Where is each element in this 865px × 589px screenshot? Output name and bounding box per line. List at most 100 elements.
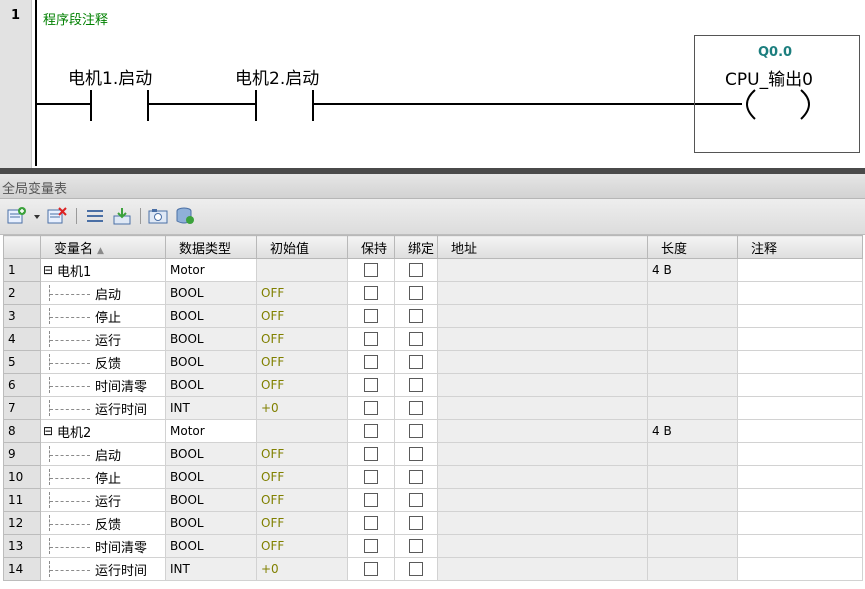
row-number[interactable]: 11 (3, 488, 41, 512)
initial-value-cell[interactable]: OFF (256, 327, 348, 351)
bind-checkbox[interactable] (409, 493, 423, 508)
data-type-cell[interactable]: Motor (165, 258, 257, 282)
bind-cell[interactable] (394, 442, 438, 466)
bind-cell[interactable] (394, 511, 438, 535)
table-row[interactable]: 11 运行 BOOL OFF (3, 488, 863, 512)
comment-cell[interactable] (737, 396, 863, 420)
retain-checkbox[interactable] (364, 286, 378, 301)
initial-value-cell[interactable]: +0 (256, 557, 348, 581)
delete-variable-icon[interactable] (46, 206, 68, 226)
variable-name-cell[interactable]: 时间清零 (40, 373, 166, 397)
table-row[interactable]: 8 ⊟ 电机2 Motor 4 B (3, 419, 863, 443)
data-type-cell[interactable]: INT (165, 557, 257, 581)
coil-label[interactable]: CPU_输出0 (725, 65, 813, 90)
add-variable-icon[interactable] (6, 206, 28, 226)
retain-cell[interactable] (347, 488, 395, 512)
table-row[interactable]: 1 ⊟ 电机1 Motor 4 B (3, 258, 863, 282)
variable-name-cell[interactable]: 运行 (40, 488, 166, 512)
bind-cell[interactable] (394, 350, 438, 374)
retain-checkbox[interactable] (364, 447, 378, 462)
initial-value-cell[interactable]: OFF (256, 511, 348, 535)
contact-1-label[interactable]: 电机1.启动 (68, 64, 152, 89)
initial-value-cell[interactable] (256, 258, 348, 282)
retain-checkbox[interactable] (364, 516, 378, 531)
retain-checkbox[interactable] (364, 470, 378, 485)
header-bind[interactable]: 绑定 (394, 235, 438, 259)
address-cell[interactable] (437, 350, 648, 374)
list-view-icon[interactable] (84, 206, 106, 226)
bind-checkbox[interactable] (409, 447, 423, 462)
retain-cell[interactable] (347, 419, 395, 443)
variable-name-cell[interactable]: 启动 (40, 442, 166, 466)
row-number[interactable]: 3 (3, 304, 41, 328)
data-type-cell[interactable]: BOOL (165, 373, 257, 397)
bind-checkbox[interactable] (409, 309, 423, 324)
table-row[interactable]: 3 停止 BOOL OFF (3, 304, 863, 328)
retain-checkbox[interactable] (364, 493, 378, 508)
data-type-cell[interactable]: Motor (165, 419, 257, 443)
table-row[interactable]: 4 运行 BOOL OFF (3, 327, 863, 351)
retain-checkbox[interactable] (364, 424, 378, 439)
bind-checkbox[interactable] (409, 470, 423, 485)
initial-value-cell[interactable]: OFF (256, 350, 348, 374)
row-number[interactable]: 5 (3, 350, 41, 374)
collapse-toggle-icon[interactable]: ⊟ (43, 425, 56, 438)
contact-2-label[interactable]: 电机2.启动 (235, 64, 319, 89)
address-cell[interactable] (437, 327, 648, 351)
bind-checkbox[interactable] (409, 424, 423, 439)
contact-2-symbol[interactable] (255, 90, 314, 121)
retain-checkbox[interactable] (364, 355, 378, 370)
bind-checkbox[interactable] (409, 539, 423, 554)
bind-checkbox[interactable] (409, 516, 423, 531)
retain-cell[interactable] (347, 465, 395, 489)
initial-value-cell[interactable]: OFF (256, 534, 348, 558)
header-initial-value[interactable]: 初始值 (256, 235, 348, 259)
data-type-cell[interactable]: BOOL (165, 511, 257, 535)
contact-1-symbol[interactable] (90, 90, 149, 121)
bind-checkbox[interactable] (409, 378, 423, 393)
comment-cell[interactable] (737, 304, 863, 328)
comment-cell[interactable] (737, 419, 863, 443)
initial-value-cell[interactable]: OFF (256, 281, 348, 305)
retain-checkbox[interactable] (364, 332, 378, 347)
header-data-type[interactable]: 数据类型 (165, 235, 257, 259)
header-comment[interactable]: 注释 (737, 235, 863, 259)
variable-name-cell[interactable]: 启动 (40, 281, 166, 305)
address-cell[interactable] (437, 281, 648, 305)
retain-cell[interactable] (347, 557, 395, 581)
address-cell[interactable] (437, 534, 648, 558)
bind-checkbox[interactable] (409, 332, 423, 347)
retain-cell[interactable] (347, 442, 395, 466)
table-row[interactable]: 14 运行时间 INT +0 (3, 557, 863, 581)
bind-checkbox[interactable] (409, 401, 423, 416)
row-number[interactable]: 8 (3, 419, 41, 443)
collapse-toggle-icon[interactable]: ⊟ (43, 264, 56, 277)
variable-name-cell[interactable]: 停止 (40, 304, 166, 328)
table-row[interactable]: 2 启动 BOOL OFF (3, 281, 863, 305)
row-number[interactable]: 14 (3, 557, 41, 581)
retain-cell[interactable] (347, 534, 395, 558)
data-type-cell[interactable]: BOOL (165, 442, 257, 466)
bind-cell[interactable] (394, 281, 438, 305)
retain-cell[interactable] (347, 327, 395, 351)
retain-checkbox[interactable] (364, 378, 378, 393)
comment-cell[interactable] (737, 488, 863, 512)
bind-cell[interactable] (394, 327, 438, 351)
retain-cell[interactable] (347, 258, 395, 282)
address-cell[interactable] (437, 304, 648, 328)
row-number[interactable]: 12 (3, 511, 41, 535)
variable-name-cell[interactable]: 时间清零 (40, 534, 166, 558)
variable-name-cell[interactable]: ⊟ 电机2 (40, 419, 166, 443)
address-cell[interactable] (437, 557, 648, 581)
bind-cell[interactable] (394, 557, 438, 581)
initial-value-cell[interactable]: OFF (256, 442, 348, 466)
comment-cell[interactable] (737, 373, 863, 397)
retain-cell[interactable] (347, 304, 395, 328)
variable-name-cell[interactable]: 运行 (40, 327, 166, 351)
initial-value-cell[interactable]: OFF (256, 304, 348, 328)
retain-cell[interactable] (347, 373, 395, 397)
data-type-cell[interactable]: BOOL (165, 534, 257, 558)
comment-cell[interactable] (737, 442, 863, 466)
bind-cell[interactable] (394, 534, 438, 558)
header-variable-name[interactable]: 变量名 ▲ (40, 235, 166, 259)
